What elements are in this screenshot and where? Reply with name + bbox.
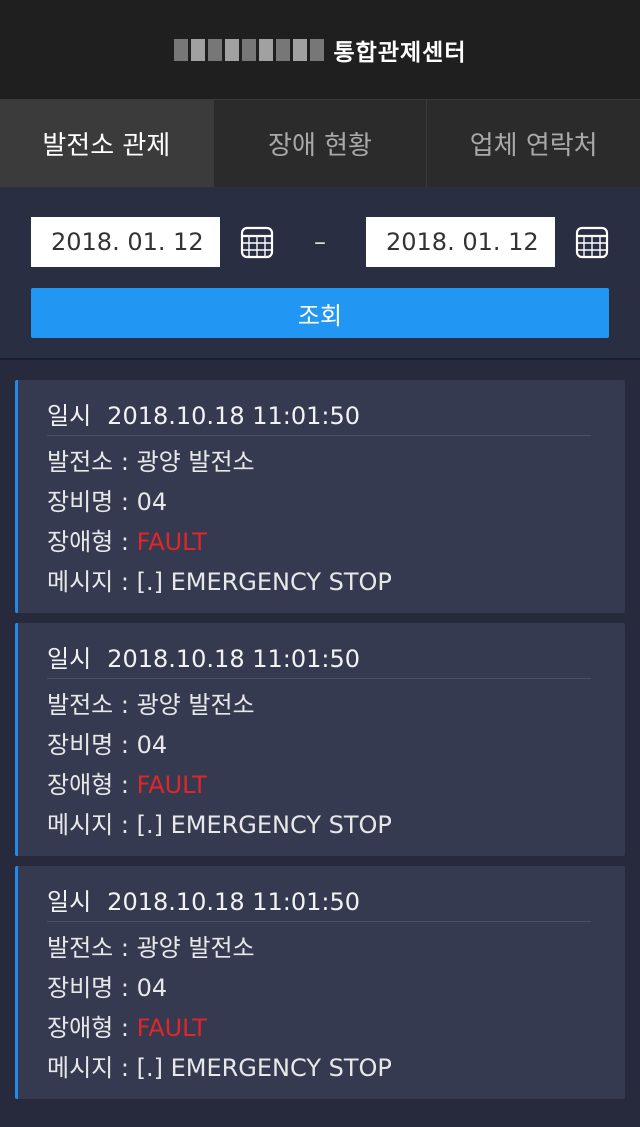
fault-type-row: 장애형 : FAULT bbox=[47, 1014, 595, 1042]
device-row: 장비명 : 04 bbox=[47, 974, 595, 1002]
message-value: [.] EMERGENCY STOP bbox=[136, 1054, 392, 1082]
message-label: 메시지 : bbox=[47, 1054, 137, 1082]
tab-vendor-contacts[interactable]: 업체 연락처 bbox=[426, 100, 640, 187]
device-value: 04 bbox=[136, 974, 168, 1002]
tab-fault-status[interactable]: 장애 현황 bbox=[212, 100, 427, 187]
device-label: 장비명 : bbox=[47, 731, 137, 759]
plant-row: 발전소 : 광양 발전소 bbox=[47, 934, 595, 962]
card-timestamp: 일시 2018.10.18 11:01:50 bbox=[47, 639, 591, 679]
fault-type-value: FAULT bbox=[136, 771, 207, 799]
date-separator: – bbox=[314, 228, 326, 256]
card-timestamp: 일시 2018.10.18 11:01:50 bbox=[47, 882, 591, 922]
time-label: 일시 bbox=[47, 402, 92, 430]
plant-value: 광양 발전소 bbox=[136, 934, 255, 962]
fault-type-row: 장애형 : FAULT bbox=[47, 528, 595, 556]
message-value: [.] EMERGENCY STOP bbox=[136, 568, 392, 596]
device-row: 장비명 : 04 bbox=[47, 731, 595, 759]
search-button[interactable]: 조회 bbox=[31, 288, 609, 338]
time-value: 2018.10.18 11:01:50 bbox=[107, 888, 361, 916]
fault-list: 일시 2018.10.18 11:01:50 발전소 : 광양 발전소 장비명 … bbox=[0, 360, 640, 1099]
fault-type-label: 장애형 : bbox=[47, 528, 137, 556]
fault-card[interactable]: 일시 2018.10.18 11:01:50 발전소 : 광양 발전소 장비명 … bbox=[15, 866, 625, 1099]
fault-type-label: 장애형 : bbox=[47, 1014, 137, 1042]
message-row: 메시지 : [.] EMERGENCY STOP bbox=[47, 811, 595, 839]
device-row: 장비명 : 04 bbox=[47, 488, 595, 516]
logo: 통합관제센터 bbox=[173, 33, 467, 67]
header-title: 통합관제센터 bbox=[333, 39, 467, 66]
app-header: 통합관제센터 bbox=[0, 0, 640, 100]
message-value: [.] EMERGENCY STOP bbox=[136, 811, 392, 839]
fault-card[interactable]: 일시 2018.10.18 11:01:50 발전소 : 광양 발전소 장비명 … bbox=[15, 623, 625, 856]
fault-type-row: 장애형 : FAULT bbox=[47, 771, 595, 799]
date-range-row: – bbox=[31, 217, 609, 267]
device-value: 04 bbox=[136, 488, 168, 516]
calendar-icon[interactable] bbox=[240, 225, 274, 259]
plant-value: 광양 발전소 bbox=[136, 691, 255, 719]
message-label: 메시지 : bbox=[47, 811, 137, 839]
start-date-input[interactable] bbox=[31, 217, 220, 267]
search-panel: – 조회 bbox=[0, 187, 640, 360]
message-label: 메시지 : bbox=[47, 568, 137, 596]
fault-type-value: FAULT bbox=[136, 1014, 207, 1042]
message-row: 메시지 : [.] EMERGENCY STOP bbox=[47, 1054, 595, 1082]
card-timestamp: 일시 2018.10.18 11:01:50 bbox=[47, 396, 591, 436]
fault-card[interactable]: 일시 2018.10.18 11:01:50 발전소 : 광양 발전소 장비명 … bbox=[15, 380, 625, 613]
calendar-icon[interactable] bbox=[575, 225, 609, 259]
time-label: 일시 bbox=[47, 645, 92, 673]
device-label: 장비명 : bbox=[47, 488, 137, 516]
device-label: 장비명 : bbox=[47, 974, 137, 1002]
fault-type-label: 장애형 : bbox=[47, 771, 137, 799]
time-value: 2018.10.18 11:01:50 bbox=[107, 402, 361, 430]
plant-label: 발전소 : bbox=[47, 691, 137, 719]
fault-type-value: FAULT bbox=[136, 528, 207, 556]
plant-label: 발전소 : bbox=[47, 934, 137, 962]
plant-value: 광양 발전소 bbox=[136, 448, 255, 476]
plant-row: 발전소 : 광양 발전소 bbox=[47, 691, 595, 719]
device-value: 04 bbox=[136, 731, 168, 759]
time-value: 2018.10.18 11:01:50 bbox=[107, 645, 361, 673]
plant-row: 발전소 : 광양 발전소 bbox=[47, 448, 595, 476]
tab-plant-control[interactable]: 발전소 관제 bbox=[0, 100, 213, 187]
blurred-logo-mark bbox=[173, 38, 324, 61]
tab-bar: 발전소 관제 장애 현황 업체 연락처 bbox=[0, 100, 640, 187]
time-label: 일시 bbox=[47, 888, 92, 916]
message-row: 메시지 : [.] EMERGENCY STOP bbox=[47, 568, 595, 596]
end-date-input[interactable] bbox=[366, 217, 555, 267]
plant-label: 발전소 : bbox=[47, 448, 137, 476]
